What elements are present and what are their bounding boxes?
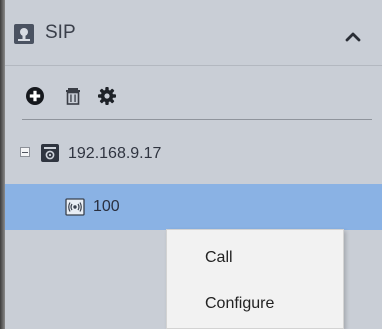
broadcast-icon xyxy=(65,198,85,216)
menu-item-configure[interactable]: Configure xyxy=(167,282,343,326)
item-label: 100 xyxy=(93,198,120,215)
panel-header[interactable]: SIP xyxy=(5,0,382,66)
device-ip-label: 192.168.9.17 xyxy=(68,145,162,162)
toolbar-divider xyxy=(22,119,372,120)
gear-icon[interactable] xyxy=(97,86,117,106)
collapse-toggle[interactable] xyxy=(20,147,30,157)
context-menu: Call Configure xyxy=(166,229,344,329)
sip-device-icon xyxy=(14,24,34,44)
tree-node-device[interactable]: 192.168.9.17 xyxy=(5,133,382,173)
tree-item-100[interactable]: 100 xyxy=(5,184,382,230)
sip-panel: SIP 192.168.9.17 100 Call Configure xyxy=(0,0,382,329)
server-icon xyxy=(41,144,59,162)
trash-icon[interactable] xyxy=(63,86,83,106)
panel-title: SIP xyxy=(45,22,76,43)
add-icon[interactable] xyxy=(25,86,45,106)
menu-item-call[interactable]: Call xyxy=(167,236,343,280)
chevron-up-icon[interactable] xyxy=(341,25,365,47)
toolbar xyxy=(5,66,382,122)
